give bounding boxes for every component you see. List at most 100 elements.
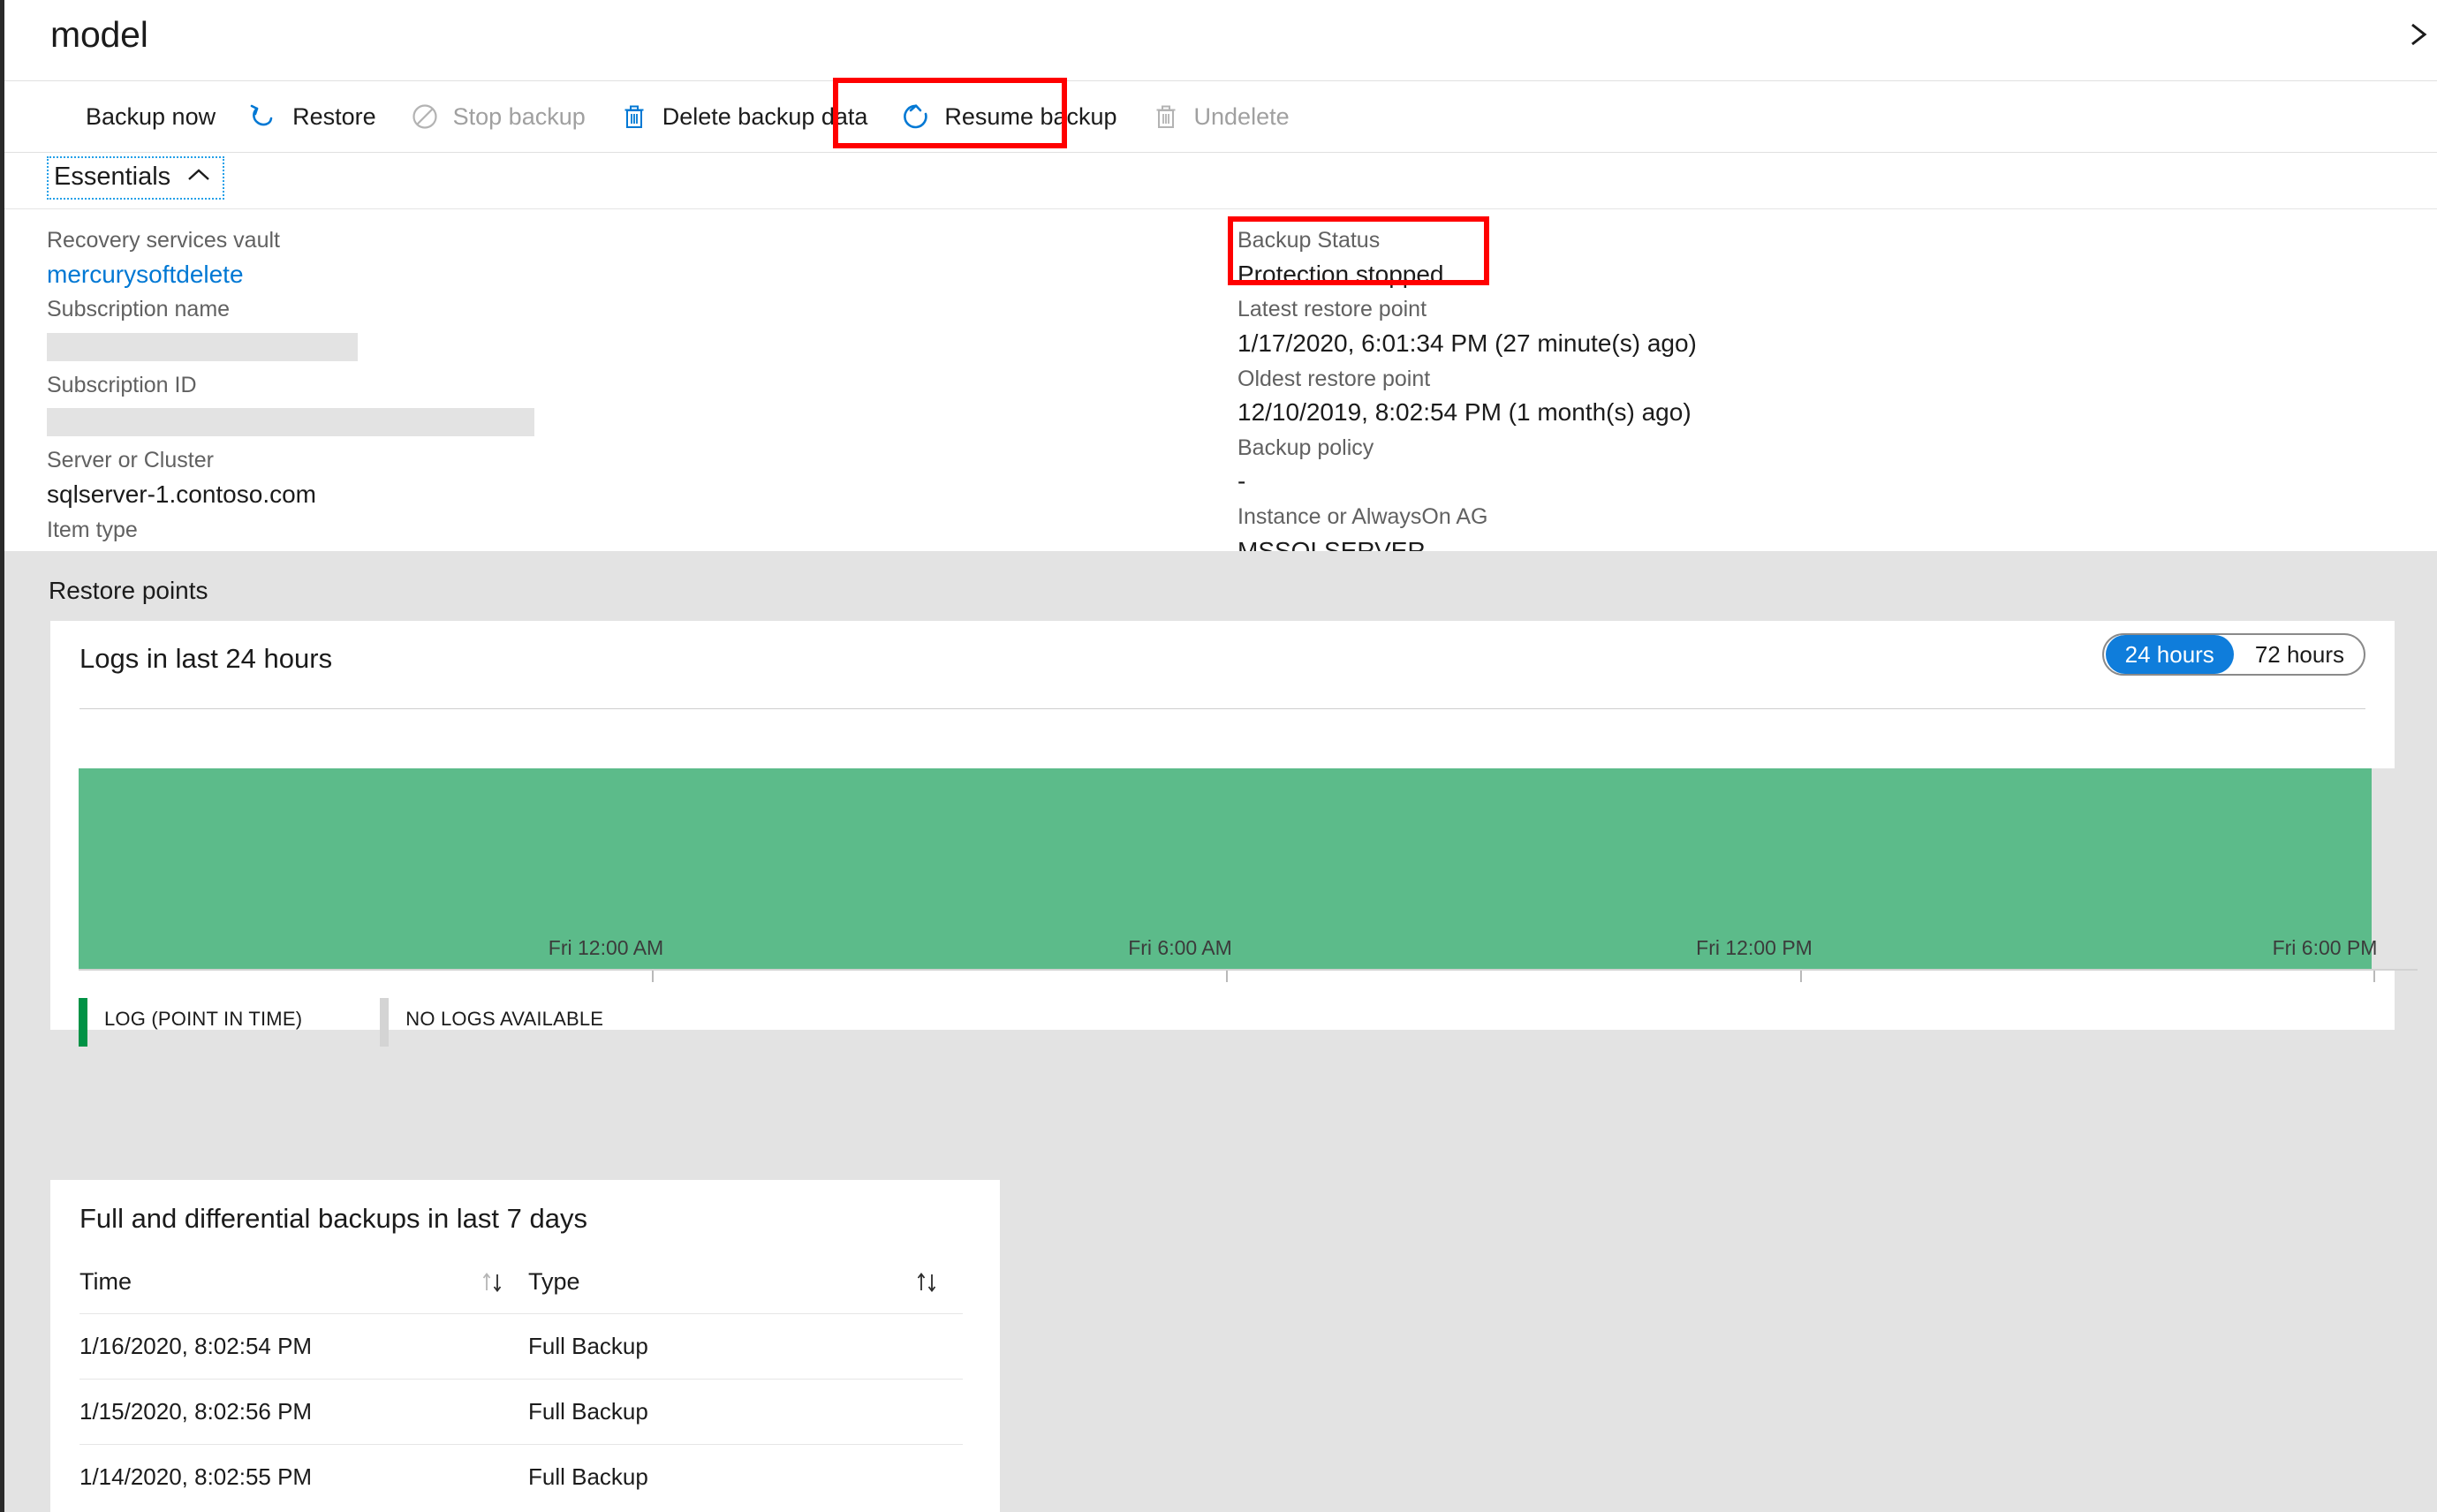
blade-titlebar: model (4, 0, 2437, 81)
resume-backup-button[interactable]: Resume backup (883, 89, 1132, 144)
cell-time: 1/16/2020, 8:02:54 PM (79, 1313, 528, 1380)
essentials-toggle[interactable]: Essentials (47, 156, 225, 200)
field-value: sqlserver-1.contoso.com (47, 480, 317, 508)
column-header-time: Time (79, 1268, 528, 1314)
field-label: Backup Status (1237, 228, 1381, 253)
logs-timeline-plot (79, 768, 2418, 969)
table-row[interactable]: 1/16/2020, 8:02:54 PM Full Backup (79, 1313, 963, 1380)
axis-tick-label: Fri 12:00 AM (548, 936, 664, 959)
sort-arrows-icon[interactable] (479, 1269, 509, 1296)
field-label: Oldest restore point (1237, 366, 1431, 391)
legend-label: LOG (POINT IN TIME) (104, 1008, 303, 1030)
resume-backup-label: Resume backup (944, 102, 1117, 130)
column-header-type: Type (528, 1268, 963, 1314)
chart-divider (79, 708, 2365, 709)
axis-tick-label: Fri 12:00 PM (1696, 936, 1813, 959)
restore-points-section: Restore points Logs in last 24 hours 24 … (4, 551, 2437, 1512)
range-option-72-hours[interactable]: 72 hours (2236, 635, 2364, 674)
cell-time: 1/14/2020, 8:02:55 PM (79, 1444, 528, 1509)
axis-tick-label: Fri 6:00 AM (1128, 936, 1232, 959)
field-label: Instance or AlwaysOn AG (1237, 504, 1488, 529)
axis-tick (2373, 971, 2375, 982)
restore-label: Restore (292, 102, 376, 130)
cell-type: Full Backup (528, 1313, 963, 1380)
time-range-toggle[interactable]: 24 hours 72 hours (2101, 633, 2365, 676)
axis-tick (1226, 971, 1228, 982)
field-recovery-services-vault: Recovery services vault mercurysoftdelet… (47, 225, 1107, 291)
axis-tick (1800, 971, 1802, 982)
trash-icon (1149, 100, 1183, 133)
stop-backup-label: Stop backup (452, 102, 586, 130)
azure-backup-item-blade: model Backup now Restore Stop backup Del… (0, 0, 2437, 1512)
command-bar: Backup now Restore Stop backup Delete ba… (4, 81, 2437, 153)
range-option-24-hours[interactable]: 24 hours (2105, 635, 2234, 674)
field-label: Subscription ID (47, 372, 197, 397)
essentials-right-column: Backup Status Protection stopped Latest … (1237, 225, 2297, 571)
legend-item-log-point-in-time: LOG (POINT IN TIME) (79, 998, 302, 1047)
recovery-services-vault-link[interactable]: mercurysoftdelete (47, 257, 1107, 292)
section-title: Restore points (49, 577, 208, 604)
legend-item-no-logs-available: NO LOGS AVAILABLE (380, 998, 603, 1047)
chevron-up-icon (185, 166, 212, 188)
cell-time: 1/15/2020, 8:02:56 PM (79, 1379, 528, 1445)
legend-swatch-green (79, 998, 87, 1047)
cell-type: Full Backup (528, 1444, 963, 1509)
field-value: 1/17/2020, 6:01:34 PM (27 minute(s) ago) (1237, 329, 1697, 357)
delete-backup-data-label: Delete backup data (662, 102, 868, 130)
field-value: - (1237, 467, 1246, 495)
logs-chart-card: Logs in last 24 hours 24 hours 72 hours … (50, 621, 2418, 1047)
cell-type: Full Backup (528, 1379, 963, 1445)
field-subscription-id: Subscription ID (47, 370, 1107, 437)
column-label: Time (79, 1268, 132, 1295)
backups-table-title: Full and differential backups in last 7 … (79, 1203, 587, 1234)
essentials-label: Essentials (54, 163, 171, 191)
field-backup-status: Backup Status Protection stopped (1237, 225, 2297, 291)
axis-tick (652, 971, 654, 982)
field-subscription-name: Subscription name (47, 294, 1107, 361)
series-band-no-logs-available (2372, 768, 2418, 969)
field-label: Item type (47, 517, 138, 542)
restore-button[interactable]: Restore (231, 89, 392, 144)
essentials-left-column: Recovery services vault mercurysoftdelet… (47, 225, 1107, 584)
refresh-circle-icon (899, 100, 933, 133)
essentials-body: Recovery services vault mercurysoftdelet… (4, 209, 2437, 577)
backups-table: Time Type 1/16/2020, 8:02:54 PM Full Bac… (79, 1268, 963, 1509)
field-label: Backup policy (1237, 435, 1374, 460)
page-title: model (50, 14, 148, 55)
essentials-header: Essentials (4, 153, 2437, 209)
field-label: Subscription name (47, 297, 231, 322)
field-label: Recovery services vault (47, 228, 280, 253)
legend-label: NO LOGS AVAILABLE (405, 1008, 604, 1030)
backups-table-card: Full and differential backups in last 7 … (50, 1180, 1000, 1512)
delete-backup-data-button[interactable]: Delete backup data (602, 89, 884, 144)
table-row[interactable]: 1/15/2020, 8:02:56 PM Full Backup (79, 1379, 963, 1445)
sort-arrows-icon[interactable] (913, 1269, 943, 1296)
field-latest-restore-point: Latest restore point 1/17/2020, 6:01:34 … (1237, 294, 2297, 360)
field-value: 12/10/2019, 8:02:54 PM (1 month(s) ago) (1237, 398, 1692, 426)
logs-card-title: Logs in last 24 hours (79, 643, 333, 674)
status-badge: Protection stopped (1237, 260, 1444, 288)
backup-now-label: Backup now (86, 102, 216, 130)
stop-circle-icon (408, 100, 442, 133)
field-server-or-cluster: Server or Cluster sqlserver-1.contoso.co… (47, 445, 1107, 511)
chart-x-axis (79, 969, 2418, 971)
field-oldest-restore-point: Oldest restore point 12/10/2019, 8:02:54… (1237, 364, 2297, 430)
trash-icon (617, 100, 651, 133)
undelete-label: Undelete (1193, 102, 1290, 130)
table-row[interactable]: 1/14/2020, 8:02:55 PM Full Backup (79, 1444, 963, 1509)
undelete-button: Undelete (1133, 89, 1306, 144)
axis-tick-label: Fri 6:00 PM (2272, 936, 2378, 959)
table-header-row: Time Type (79, 1268, 963, 1314)
column-label: Type (528, 1268, 580, 1295)
chart-legend: LOG (POINT IN TIME) NO LOGS AVAILABLE (79, 998, 681, 1047)
close-icon[interactable] (2409, 16, 2435, 53)
backup-now-button[interactable]: Backup now (68, 89, 231, 144)
field-backup-policy: Backup policy - (1237, 433, 2297, 499)
redacted-value (47, 408, 534, 437)
redacted-value (47, 332, 358, 361)
legend-swatch-gray (380, 998, 390, 1047)
field-label: Latest restore point (1237, 297, 1427, 322)
stop-backup-button: Stop backup (392, 89, 602, 144)
restore-arrow-icon (247, 100, 281, 133)
field-label: Server or Cluster (47, 448, 214, 473)
